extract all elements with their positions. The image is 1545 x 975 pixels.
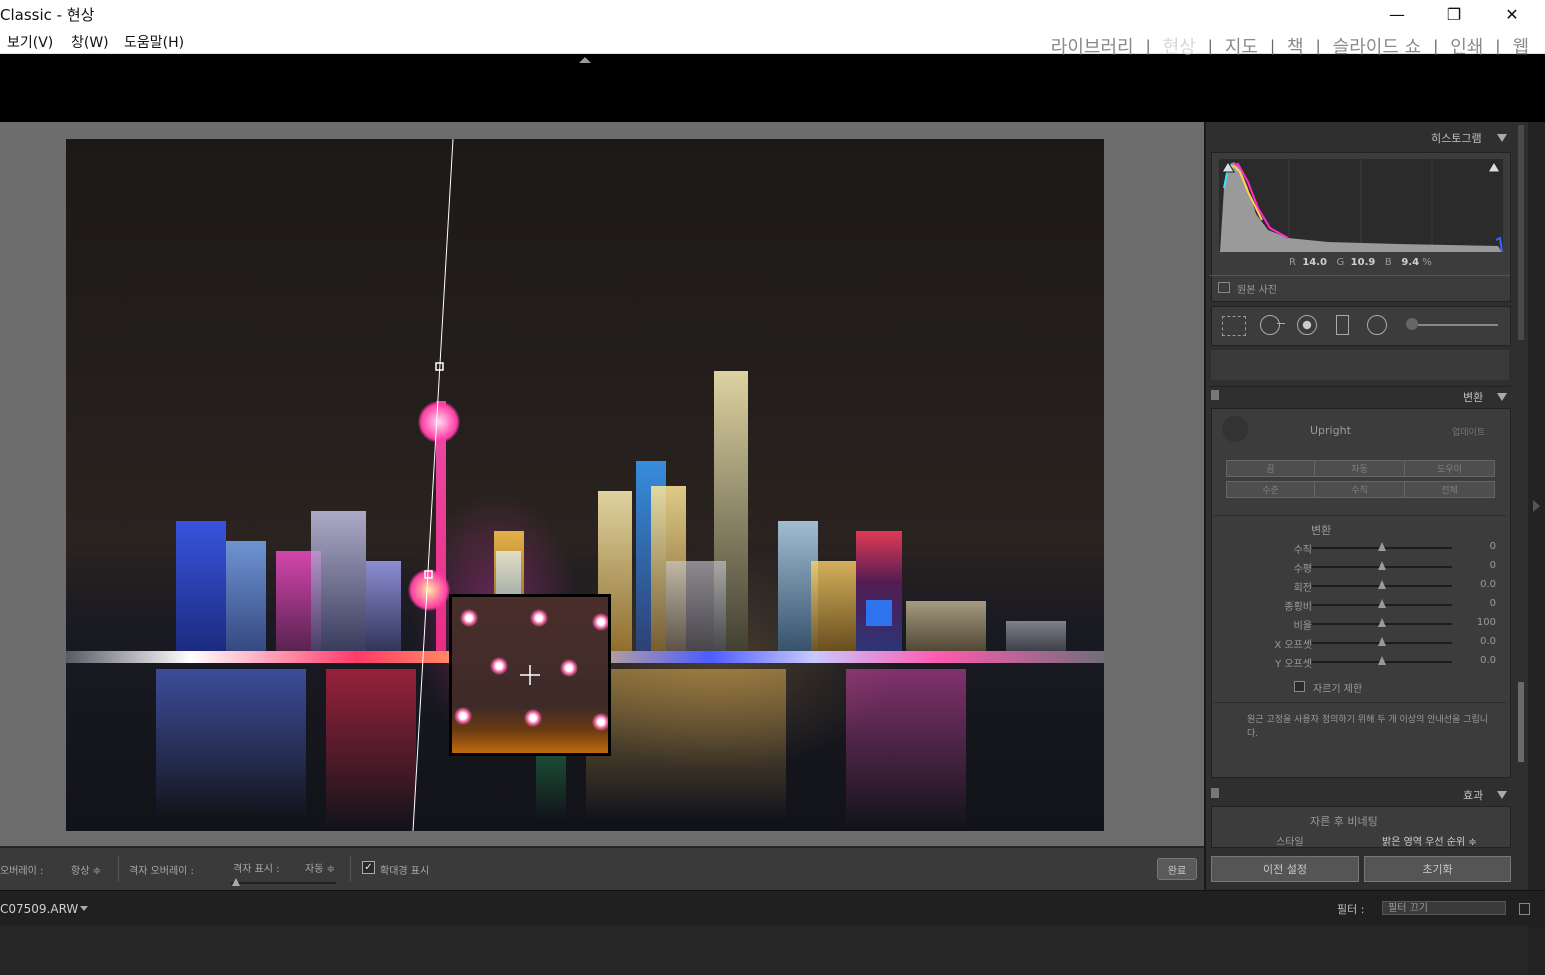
effects-title[interactable]: 효과	[1463, 787, 1483, 803]
grid-size-slider[interactable]	[231, 882, 336, 884]
loupe-label: 확대경 표시	[380, 866, 430, 877]
upright-auto-icon	[1222, 416, 1248, 442]
module-develop[interactable]: 현상	[1163, 33, 1196, 59]
restore-button[interactable]: ❐	[1431, 0, 1477, 28]
menu-window[interactable]: 창(W)	[71, 32, 109, 52]
transform-section-label: 변환	[1311, 524, 1332, 537]
vignette-style-select[interactable]: 밝은 영역 우선 순위 ≑	[1382, 833, 1477, 848]
window-title: Classic - 현상	[0, 6, 95, 24]
tool-slider[interactable]	[1418, 324, 1498, 326]
module-library[interactable]: 라이브러리	[1051, 33, 1134, 59]
guide-toolbar: 오버레이 : 항상 ≑ 격자 오버레이 : 격자 표시 : 자동 ≑ ✓ 확대경…	[0, 847, 1204, 890]
previous-settings-button[interactable]: 이전 설정	[1211, 856, 1359, 882]
upright-vertical-button[interactable]: 수직	[1314, 481, 1405, 498]
grid-show-select[interactable]: 자동 ≑	[305, 860, 335, 875]
title-bar: Classic - 현상 — ❐ ✕	[0, 0, 1545, 28]
crosshair-icon	[520, 665, 540, 685]
transform-title[interactable]: 변환	[1463, 389, 1483, 405]
filename-label[interactable]: C07509.ARW	[0, 902, 78, 916]
expand-right-panel-icon[interactable]	[1533, 500, 1540, 512]
effects-collapse-icon[interactable]	[1497, 791, 1507, 799]
right-panel-edge	[1528, 122, 1545, 975]
close-button[interactable]: ✕	[1489, 0, 1535, 28]
module-map[interactable]: 지도	[1225, 33, 1258, 59]
slider-scale[interactable]: 비율 100	[1208, 616, 1508, 632]
menu-view[interactable]: 보기(V)	[7, 32, 53, 52]
module-bar	[0, 54, 1545, 122]
red-eye-icon[interactable]	[1297, 315, 1317, 335]
upright-label: Upright	[1310, 424, 1351, 437]
magnifier-loupe	[449, 594, 611, 756]
radial-filter-icon[interactable]	[1367, 315, 1387, 335]
filename-dropdown-icon[interactable]	[80, 906, 88, 911]
slider-horizontal[interactable]: 수평 0	[1208, 559, 1508, 575]
tool-strip	[1211, 306, 1511, 346]
module-web[interactable]: 웹	[1512, 33, 1529, 59]
collapsed-section	[1211, 350, 1509, 380]
original-photo-checkbox[interactable]	[1218, 282, 1230, 293]
reset-button[interactable]: 초기화	[1364, 856, 1511, 882]
slider-aspect[interactable]: 종횡비 0	[1208, 597, 1508, 613]
transform-collapse-icon[interactable]	[1497, 393, 1507, 401]
filter-label: 필터 :	[1337, 903, 1365, 916]
slider-vertical[interactable]: 수직 0	[1208, 540, 1508, 556]
histogram-title[interactable]: 히스토그램	[1431, 130, 1482, 146]
upright-guided-button[interactable]: 도우미	[1404, 460, 1495, 477]
slider-rotate[interactable]: 회전 0.0	[1208, 578, 1508, 594]
filmstrip	[0, 926, 1528, 975]
done-button[interactable]: 완료	[1157, 858, 1197, 880]
module-print[interactable]: 인쇄	[1450, 33, 1483, 59]
brush-icon[interactable]	[1406, 318, 1418, 330]
module-slideshow[interactable]: 슬라이드 쇼	[1333, 33, 1422, 59]
transform-help-text: 원근 고정을 사용자 정의하기 위해 두 개 이상의 안내선을 그립니다.	[1247, 715, 1489, 739]
crop-limit-label: 자르기 제한	[1313, 684, 1363, 695]
module-picker: 라이브러리 | 현상 | 지도 | 책 | 슬라이드 쇼 | 인쇄 | 웹	[1051, 33, 1529, 59]
grid-size-knob[interactable]	[232, 878, 240, 886]
rgb-readout: R 14.0 G 10.9 B 9.4 %	[1289, 257, 1432, 268]
spot-removal-icon[interactable]	[1260, 315, 1280, 335]
histogram-graph	[1218, 158, 1504, 252]
slider-y-offset[interactable]: Y 오프셋 0.0	[1208, 654, 1508, 670]
collapse-top-panel-icon[interactable]	[579, 57, 591, 63]
filter-select[interactable]: 필터 끄기	[1382, 901, 1506, 915]
post-crop-vignette-label: 자른 후 비네팅	[1310, 815, 1378, 828]
upright-off-button[interactable]: 끔	[1226, 460, 1315, 477]
vignette-style-label: 스타일	[1276, 837, 1304, 848]
graduated-filter-icon[interactable]	[1336, 315, 1349, 335]
overlay-label: 오버레이 :	[0, 866, 44, 877]
grid-overlay-label: 격자 오버레이 :	[129, 866, 194, 877]
histogram-collapse-icon[interactable]	[1497, 134, 1507, 142]
crop-overlay-icon[interactable]	[1222, 316, 1246, 336]
slider-x-offset[interactable]: X 오프셋 0.0	[1208, 635, 1508, 651]
menu-help[interactable]: 도움말(H)	[124, 32, 184, 52]
upright-auto-button[interactable]: 자동	[1314, 460, 1405, 477]
upright-level-button[interactable]: 수준	[1226, 481, 1315, 498]
transform-toggle[interactable]	[1211, 390, 1219, 400]
effects-toggle[interactable]	[1211, 788, 1219, 798]
filmstrip-header: C07509.ARW 필터 : 필터 끄기	[0, 890, 1545, 927]
minimize-button[interactable]: —	[1374, 0, 1420, 28]
update-button[interactable]: 업데이트	[1452, 425, 1485, 438]
crop-limit-checkbox[interactable]	[1294, 681, 1305, 692]
upright-full-button[interactable]: 전체	[1404, 481, 1495, 498]
panel-scrollbar-thumb[interactable]	[1518, 682, 1524, 762]
overlay-select[interactable]: 항상 ≑	[71, 862, 101, 877]
panel-scrollbar-top[interactable]	[1518, 125, 1524, 340]
module-book[interactable]: 책	[1287, 33, 1304, 59]
loupe-checkbox[interactable]: ✓	[362, 861, 375, 874]
grid-show-label: 격자 표시 :	[233, 864, 280, 875]
original-photo-label: 원본 사진	[1237, 285, 1277, 296]
filter-lock-icon[interactable]	[1519, 903, 1530, 915]
